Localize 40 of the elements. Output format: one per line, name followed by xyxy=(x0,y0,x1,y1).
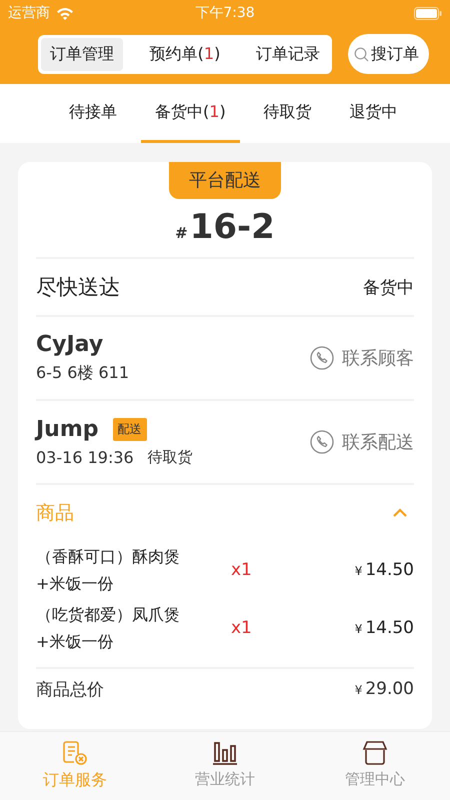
total-label: 商品总价 xyxy=(36,678,104,700)
clock-time: 下午7:38 xyxy=(194,4,256,22)
item-quantity: x1 xyxy=(231,618,252,638)
pickup-time: 03-16 19:36 xyxy=(36,448,134,467)
status-tab[interactable]: 退货中 xyxy=(336,84,412,143)
goods-title: 商品 xyxy=(36,501,74,526)
courier-state: 待取货 xyxy=(148,448,193,467)
battery-icon xyxy=(414,6,442,20)
delivery-timing: 尽快送达 xyxy=(36,274,120,301)
contact-courier-button[interactable]: 联系配送 xyxy=(310,430,414,454)
segment-tab[interactable]: 订单管理 xyxy=(41,38,123,70)
carrier-name: 运营商 xyxy=(8,4,50,22)
phone-icon xyxy=(310,346,334,370)
courier-name: Jump xyxy=(36,417,99,442)
item-name: （香酥可口）酥肉煲+米饭一份 xyxy=(36,546,181,595)
customer-name: CyJay xyxy=(36,332,104,357)
item-price: ¥ 14.50 xyxy=(354,560,414,580)
item-name: （吃货都爱）凤爪煲+米饭一份 xyxy=(36,604,181,653)
segment-tab[interactable]: 预约单(1) xyxy=(140,38,230,70)
delivery-badge: 平台配送 xyxy=(169,162,281,199)
document-cancel-icon xyxy=(62,740,88,766)
status-tab[interactable]: 待接单 xyxy=(55,84,131,143)
delivery-tag: 配送 xyxy=(112,418,147,441)
collapse-icon[interactable] xyxy=(392,508,408,518)
status-tab[interactable]: 备货中(1) xyxy=(141,84,240,143)
segment-tab[interactable]: 订单记录 xyxy=(247,38,329,70)
contact-customer-button[interactable]: 联系顾客 xyxy=(310,346,414,370)
item-quantity: x1 xyxy=(231,560,252,580)
search-button[interactable]: 搜订单 xyxy=(348,34,429,74)
wifi-icon xyxy=(56,6,74,20)
order-number: #16-2 xyxy=(36,199,414,259)
customer-address: 6-5 6楼 611 xyxy=(36,363,130,384)
phone-icon xyxy=(310,430,334,454)
search-icon xyxy=(354,46,369,62)
bar-chart-icon xyxy=(212,740,238,766)
item-price: ¥ 14.50 xyxy=(354,618,414,638)
order-status: 备货中 xyxy=(363,276,414,298)
shop-icon xyxy=(362,740,388,766)
total-price: ¥ 29.00 xyxy=(354,679,414,699)
status-tab[interactable]: 待取货 xyxy=(250,84,326,143)
